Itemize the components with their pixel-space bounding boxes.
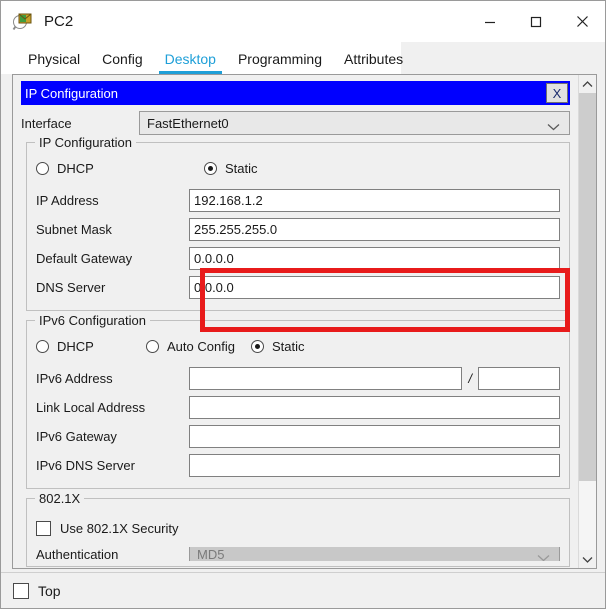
tab-physical[interactable]: Physical <box>17 52 91 74</box>
panel-close-button[interactable]: X <box>546 83 568 103</box>
default-gateway-input[interactable]: 0.0.0.0 <box>189 246 560 270</box>
desktop-content-frame: IP Configuration X Interface FastEtherne… <box>12 74 597 569</box>
ipv4-static-option[interactable]: Static <box>204 161 258 176</box>
checkbox-icon[interactable] <box>13 582 29 599</box>
minimize-button[interactable] <box>467 1 513 42</box>
dot1x-group: 802.1X Use 802.1X Security Authenticatio… <box>26 491 570 567</box>
ipv6-dhcp-option[interactable]: DHCP <box>36 339 146 354</box>
ipv6-autoconfig-label: Auto Config <box>167 338 235 354</box>
ipv4-group-title: IP Configuration <box>35 135 136 150</box>
scroll-down-arrow-icon[interactable] <box>579 550 596 568</box>
ipv6-group-title: IPv6 Configuration <box>35 313 150 328</box>
default-gateway-label: Default Gateway <box>36 250 133 266</box>
radio-icon <box>146 339 159 353</box>
scrollbar-track[interactable] <box>579 93 596 550</box>
ipv4-dhcp-label: DHCP <box>57 160 94 176</box>
ipv6-address-input[interactable] <box>189 366 463 390</box>
top-checkbox-label: Top <box>38 582 61 599</box>
interface-row: Interface FastEthernet0 <box>21 111 570 135</box>
ip-address-input[interactable]: 192.168.1.2 <box>189 188 560 212</box>
scrollbar-thumb[interactable] <box>579 93 596 482</box>
radio-selected-icon <box>251 339 264 353</box>
scroll-up-arrow-icon[interactable] <box>579 75 596 93</box>
window-bottom-bar: Top <box>1 572 605 608</box>
window-titlebar: PC2 <box>1 1 605 42</box>
dns-server-input[interactable]: 0.0.0.0 <box>189 275 560 299</box>
ipv6-address-row: IPv6 Address / <box>36 366 560 390</box>
interface-selected-value: FastEthernet0 <box>147 115 229 131</box>
chevron-down-icon <box>547 119 560 131</box>
authentication-label: Authentication <box>36 547 119 561</box>
link-local-address-label: Link Local Address <box>36 399 146 415</box>
dns-server-row: DNS Server 0.0.0.0 <box>36 275 560 299</box>
subnet-mask-input[interactable]: 255.255.255.0 <box>189 217 560 241</box>
checkbox-icon <box>36 520 51 536</box>
maximize-button[interactable] <box>513 1 559 42</box>
ipv6-dns-server-input[interactable] <box>189 453 560 477</box>
dns-server-label: DNS Server <box>36 279 106 295</box>
tab-attributes[interactable]: Attributes <box>333 52 414 74</box>
interface-select[interactable]: FastEthernet0 <box>139 111 570 135</box>
chevron-down-icon <box>537 550 550 561</box>
subnet-mask-row: Subnet Mask 255.255.255.0 <box>36 217 560 241</box>
use-dot1x-security-label: Use 802.1X Security <box>60 520 179 536</box>
ipv6-autoconfig-option[interactable]: Auto Config <box>146 339 251 354</box>
link-local-address-input[interactable] <box>189 395 560 419</box>
ipv6-address-label: IPv6 Address <box>36 370 113 386</box>
ipv6-dhcp-label: DHCP <box>57 338 94 354</box>
ipv6-dns-server-label: IPv6 DNS Server <box>36 457 135 473</box>
window-controls <box>467 1 605 42</box>
ipv4-static-label: Static <box>225 160 258 176</box>
ipv4-configuration-group: IP Configuration DHCP Static IP Address … <box>26 135 570 311</box>
ipv6-mode-row: DHCP Auto Config Static <box>36 335 560 357</box>
ip-configuration-panel-header: IP Configuration X <box>21 81 570 105</box>
ip-address-label: IP Address <box>36 192 99 208</box>
ip-configuration-scroll-area: IP Configuration X Interface FastEtherne… <box>13 75 578 568</box>
packet-tracer-pc-icon <box>12 11 34 33</box>
tab-desktop[interactable]: Desktop <box>154 52 227 74</box>
ipv6-gateway-row: IPv6 Gateway <box>36 424 560 448</box>
ipv6-dns-server-row: IPv6 DNS Server <box>36 453 560 477</box>
subnet-mask-label: Subnet Mask <box>36 221 112 237</box>
device-tabbar: Physical Config Desktop Programming Attr… <box>1 42 605 74</box>
ipv6-static-label: Static <box>272 338 305 354</box>
radio-icon <box>36 161 49 175</box>
authentication-select[interactable]: MD5 <box>189 547 560 561</box>
ipv6-static-option[interactable]: Static <box>251 339 305 354</box>
vertical-scrollbar[interactable] <box>578 75 596 568</box>
close-icon[interactable] <box>559 1 605 42</box>
use-dot1x-security-row[interactable]: Use 802.1X Security <box>36 517 560 539</box>
ipv6-prefix-separator: / <box>468 370 472 386</box>
panel-title: IP Configuration <box>25 85 118 101</box>
link-local-address-row: Link Local Address <box>36 395 560 419</box>
window-title: PC2 <box>44 13 74 30</box>
ipv4-dhcp-option[interactable]: DHCP <box>36 161 204 176</box>
ipv6-gateway-label: IPv6 Gateway <box>36 428 117 444</box>
ipv4-mode-row: DHCP Static <box>36 157 560 179</box>
authentication-row: Authentication MD5 <box>36 547 560 561</box>
pc-device-window: PC2 Physical Config Desktop Programming … <box>0 0 606 609</box>
ip-address-row: IP Address 192.168.1.2 <box>36 188 560 212</box>
radio-selected-icon <box>204 161 217 175</box>
ipv6-gateway-input[interactable] <box>189 424 560 448</box>
authentication-selected-value: MD5 <box>197 547 225 561</box>
tab-programming[interactable]: Programming <box>227 52 333 74</box>
ipv6-prefix-length-input[interactable] <box>478 366 560 390</box>
default-gateway-row: Default Gateway 0.0.0.0 <box>36 246 560 270</box>
tab-config[interactable]: Config <box>91 52 153 74</box>
interface-label: Interface <box>21 115 72 131</box>
dot1x-group-title: 802.1X <box>35 491 85 506</box>
ipv6-configuration-group: IPv6 Configuration DHCP Auto Config Stat… <box>26 313 570 489</box>
radio-icon <box>36 339 49 353</box>
